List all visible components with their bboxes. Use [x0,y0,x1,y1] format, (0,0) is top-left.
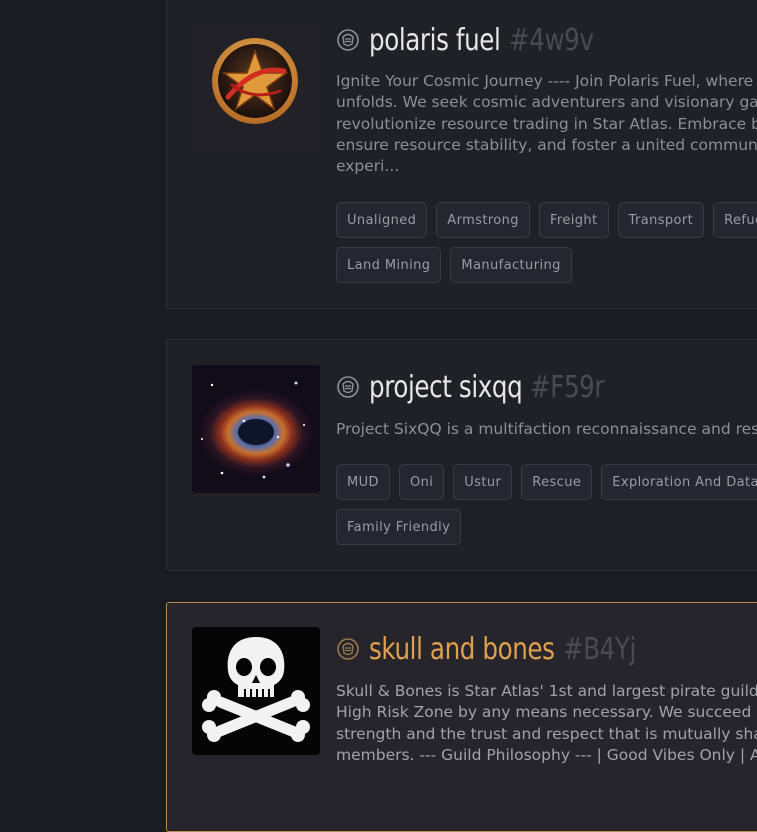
guild-tag-chip[interactable]: Exploration And Data R [601,464,757,500]
guild-description: Ignite Your Cosmic Journey ---- Join Pol… [336,72,757,176]
guild-name[interactable]: project sixqq [369,370,523,405]
guild-title-row: polaris fuel #4w9v [336,20,612,60]
guild-logo-polaris-fuel [192,21,320,149]
guild-title-row: skull and bones #B4Yj [336,629,652,669]
guild-logo-project-sixqq [192,365,320,493]
guild-card-skull-and-bones[interactable]: skull and bones #B4Yj Skull & Bones is S… [166,602,757,832]
guild-tag: #4w9v [508,22,594,58]
guild-badge-icon [337,29,359,51]
guild-logo-skull-and-bones [192,627,320,755]
guild-badge-icon [337,376,359,398]
guild-tag: #B4Yj [562,631,636,667]
guild-tag-chip[interactable]: Unaligned [336,202,428,238]
guild-tags: Unaligned Armstrong Freight Transport Re… [336,202,757,283]
guild-tag-chip[interactable]: Armstrong [436,202,530,238]
guild-tag-chip[interactable]: Refuel [713,202,757,238]
guild-tag-chip[interactable]: Transport [617,202,705,238]
guild-name[interactable]: skull and bones [369,632,555,667]
guild-tag: #F59r [530,369,605,405]
guild-tag-chip[interactable]: Ustur [453,464,513,500]
guild-tag-chip[interactable]: Rescue [521,464,593,500]
guild-tag-chip[interactable]: Oni [398,464,445,500]
guild-card-polaris-fuel[interactable]: polaris fuel #4w9v Ignite Your Cosmic Jo… [166,0,757,309]
guild-name[interactable]: polaris fuel [369,23,501,58]
guild-tag-chip[interactable]: Family Friendly [336,509,462,545]
guild-tag-chip[interactable]: MUD [336,464,390,500]
guild-tag-chip[interactable]: Freight [538,202,609,238]
guild-tag-chip[interactable]: Manufacturing [450,247,572,283]
guild-badge-icon [337,638,359,660]
guild-title-row: project sixqq #F59r [336,367,621,407]
guild-description: Skull & Bones is Star Atlas' 1st and lar… [336,682,757,764]
guild-tags: MUD Oni Ustur Rescue Exploration And Dat… [336,464,757,545]
guild-card-project-sixqq[interactable]: project sixqq #F59r Project SixQQ is a m… [166,339,757,571]
guild-description: Project SixQQ is a multifaction reconnai… [336,420,757,438]
guild-tag-chip[interactable]: Land Mining [336,247,442,283]
